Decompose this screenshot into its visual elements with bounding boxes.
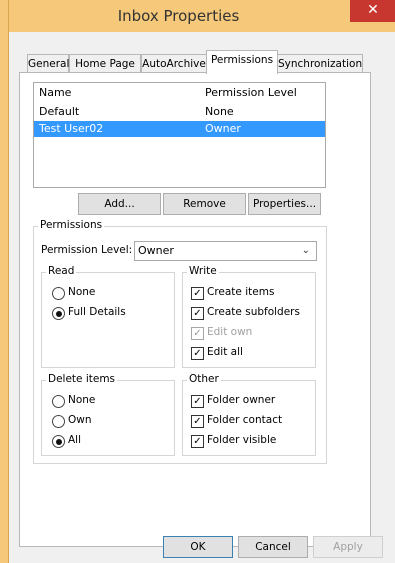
create-subfolders-checkbox[interactable]: ✓ (191, 307, 204, 320)
permission-level-select[interactable]: Owner ⌄ (134, 241, 317, 261)
delete-all-label: All (68, 434, 82, 446)
create-items-label: Create items (207, 286, 275, 298)
tab-synchronization[interactable]: Synchronization (277, 54, 363, 73)
radio-selected-dot (55, 310, 62, 317)
edit-all-checkbox[interactable]: ✓ (191, 347, 204, 360)
delete-own-radio[interactable] (52, 415, 65, 428)
read-full-details-label: Full Details (68, 306, 126, 318)
edit-all-label: Edit all (207, 346, 243, 358)
apply-button: Apply (313, 536, 383, 558)
read-full-details-radio[interactable] (52, 307, 65, 320)
permissions-list[interactable]: Name Permission Level Default None Test … (33, 82, 326, 188)
title-bar: Inbox Properties ✕ (9, 0, 395, 32)
delete-own-label: Own (68, 414, 92, 426)
read-group-label: Read (46, 265, 77, 277)
folder-visible-label: Folder visible (207, 434, 277, 446)
edit-own-checkbox: ✓ (191, 327, 204, 340)
tab-home-page[interactable]: Home Page (69, 54, 141, 73)
folder-contact-label: Folder contact (207, 414, 283, 426)
radio-selected-dot (55, 438, 62, 445)
delete-items-group-label: Delete items (46, 373, 118, 385)
list-item-selected[interactable]: Test User02 Owner (34, 121, 325, 137)
read-none-label: None (68, 286, 96, 298)
user-name: Test User02 (39, 122, 104, 135)
write-group-label: Write (187, 265, 219, 277)
tab-label: Home Page (75, 58, 135, 70)
delete-all-radio[interactable] (52, 435, 65, 448)
tab-general[interactable]: General (27, 54, 69, 73)
remove-button[interactable]: Remove (163, 193, 246, 215)
read-none-radio[interactable] (52, 287, 65, 300)
tab-label: Permissions (210, 54, 274, 66)
permissions-group-label: Permissions (38, 219, 105, 231)
user-permission-level: None (205, 105, 234, 118)
list-header: Name Permission Level (34, 85, 325, 101)
tab-label: General (28, 58, 70, 70)
add-button[interactable]: Add... (78, 193, 161, 215)
column-header-name: Name (39, 86, 72, 99)
delete-none-radio[interactable] (52, 395, 65, 408)
permission-level-value: Owner (138, 244, 174, 257)
close-button[interactable]: ✕ (350, 0, 395, 22)
read-group (41, 272, 175, 368)
folder-visible-checkbox[interactable]: ✓ (191, 435, 204, 448)
create-subfolders-label: Create subfolders (207, 306, 300, 318)
properties-button[interactable]: Properties... (248, 193, 321, 215)
folder-owner-label: Folder owner (207, 394, 276, 406)
edit-own-label: Edit own (207, 326, 253, 338)
folder-owner-checkbox[interactable]: ✓ (191, 395, 204, 408)
dialog-title: Inbox Properties (117, 7, 240, 25)
other-group-label: Other (187, 373, 221, 385)
tab-label: Synchronization (278, 58, 363, 70)
create-items-checkbox[interactable]: ✓ (191, 287, 204, 300)
ok-button[interactable]: OK (163, 536, 233, 558)
user-permission-level: Owner (205, 122, 241, 135)
cancel-button[interactable]: Cancel (238, 536, 308, 558)
user-name: Default (39, 105, 80, 118)
column-header-level: Permission Level (205, 86, 297, 99)
tab-autoarchive[interactable]: AutoArchive (141, 54, 207, 73)
tab-label: AutoArchive (142, 58, 206, 70)
close-icon: ✕ (367, 2, 379, 18)
folder-contact-checkbox[interactable]: ✓ (191, 415, 204, 428)
tab-permissions[interactable]: Permissions (206, 50, 278, 74)
chevron-down-icon: ⌄ (301, 245, 310, 256)
permission-level-label: Permission Level: (41, 244, 133, 256)
list-item[interactable]: Default None (34, 104, 325, 120)
delete-none-label: None (68, 394, 96, 406)
